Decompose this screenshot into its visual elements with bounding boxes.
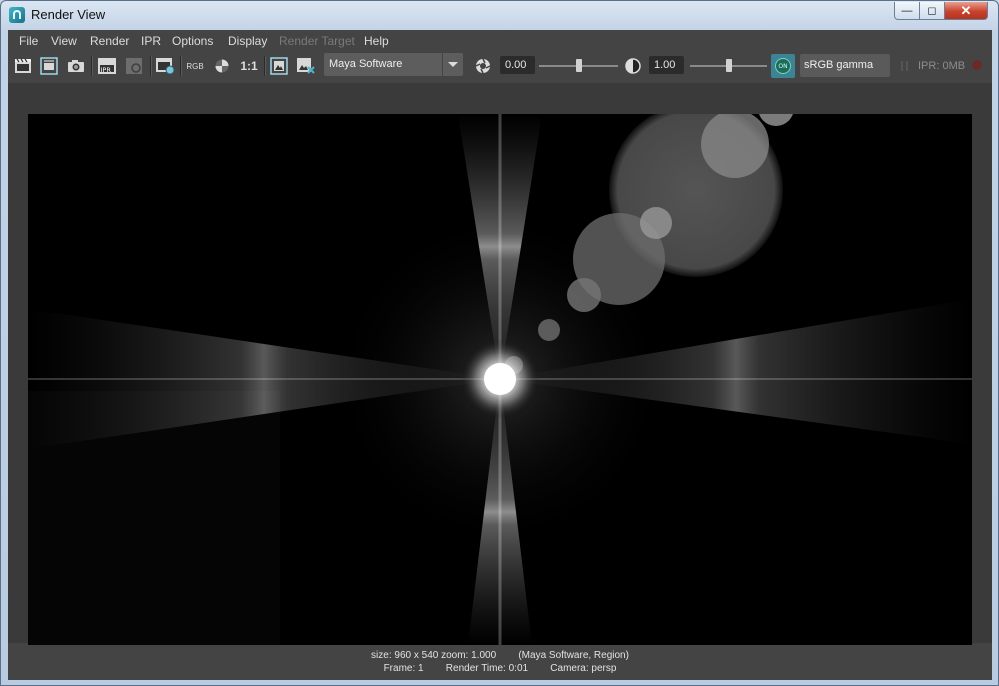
gamma-icon[interactable] bbox=[622, 55, 644, 77]
color-management-icon: ON bbox=[775, 58, 791, 74]
close-button[interactable]: ✕ bbox=[944, 2, 988, 20]
keep-image-icon[interactable] bbox=[268, 55, 290, 77]
maximize-icon: ◻ bbox=[927, 5, 937, 17]
toolbar-separator bbox=[150, 56, 152, 76]
snapshot-icon[interactable] bbox=[65, 55, 87, 77]
render-stats-line: Frame: 1 Render Time: 0:01 Camera: persp bbox=[383, 663, 617, 674]
menu-bar: File View Render IPR Options Display Ren… bbox=[8, 30, 992, 52]
ipr-memory-label: IPR: 0MB bbox=[918, 60, 966, 72]
menu-help[interactable]: Help bbox=[364, 34, 389, 48]
gamma-slider-handle[interactable] bbox=[725, 59, 732, 72]
close-icon: ✕ bbox=[960, 2, 972, 18]
render-viewport[interactable] bbox=[8, 83, 992, 645]
render-view-panel: File View Render IPR Options Display Ren… bbox=[8, 30, 992, 680]
real-size-label: 1:1 bbox=[240, 59, 258, 73]
menu-ipr[interactable]: IPR bbox=[141, 34, 161, 48]
ipr-stop-icon bbox=[972, 60, 982, 70]
minimize-button[interactable]: — bbox=[894, 2, 920, 20]
ipr-refresh-icon bbox=[123, 55, 145, 77]
renderer-value: Maya Software bbox=[329, 58, 403, 70]
render-settings-icon[interactable] bbox=[154, 55, 176, 77]
exposure-slider-handle[interactable] bbox=[575, 59, 582, 72]
menu-view[interactable]: View bbox=[51, 34, 77, 48]
view-transform-select[interactable]: sRGB gamma bbox=[800, 54, 890, 77]
ipr-pause-icon bbox=[901, 61, 909, 71]
ipr-render-icon[interactable]: IPR bbox=[96, 55, 118, 77]
rgb-channel-icon[interactable]: RGB bbox=[184, 55, 206, 77]
chevron-down-icon bbox=[442, 53, 463, 76]
menu-render-target: Render Target bbox=[279, 34, 355, 48]
maximize-button[interactable]: ◻ bbox=[919, 2, 945, 20]
gamma-field[interactable]: 1.00 bbox=[649, 56, 684, 74]
menu-file[interactable]: File bbox=[19, 34, 38, 48]
menu-render[interactable]: Render bbox=[90, 34, 129, 48]
lens-flare-render bbox=[28, 114, 972, 645]
render-frame-icon[interactable] bbox=[12, 55, 34, 77]
toolbar-separator bbox=[264, 56, 266, 76]
renderer-select[interactable]: Maya Software bbox=[324, 53, 463, 76]
remove-image-icon[interactable] bbox=[295, 55, 317, 77]
render-info-line: size: 960 x 540 zoom: 1.000 (Maya Softwa… bbox=[371, 650, 629, 661]
toolbar-separator bbox=[180, 56, 182, 76]
exposure-icon[interactable] bbox=[472, 55, 494, 77]
minimize-icon: — bbox=[901, 4, 913, 17]
alpha-channel-icon[interactable] bbox=[211, 55, 233, 77]
maya-app-icon bbox=[9, 7, 25, 23]
toolbar: IPR RGB 1:1 Maya Software 0.00 1.00 ON s… bbox=[8, 52, 992, 80]
ipr-label: IPR bbox=[101, 66, 112, 74]
menu-options[interactable]: Options bbox=[172, 34, 213, 48]
window-title: Render View bbox=[31, 7, 106, 22]
rendered-image bbox=[28, 114, 972, 645]
color-management-toggle[interactable]: ON bbox=[771, 54, 795, 78]
menu-display[interactable]: Display bbox=[228, 34, 267, 48]
exposure-field[interactable]: 0.00 bbox=[500, 56, 535, 74]
rgb-label: RGB bbox=[186, 61, 204, 71]
real-size-button[interactable]: 1:1 bbox=[237, 55, 261, 77]
render-region-icon[interactable] bbox=[38, 55, 60, 77]
toolbar-separator bbox=[91, 56, 93, 76]
title-bar[interactable]: Render View — ◻ ✕ bbox=[1, 1, 998, 29]
render-view-window: Render View — ◻ ✕ File View Render IPR O… bbox=[0, 0, 999, 686]
